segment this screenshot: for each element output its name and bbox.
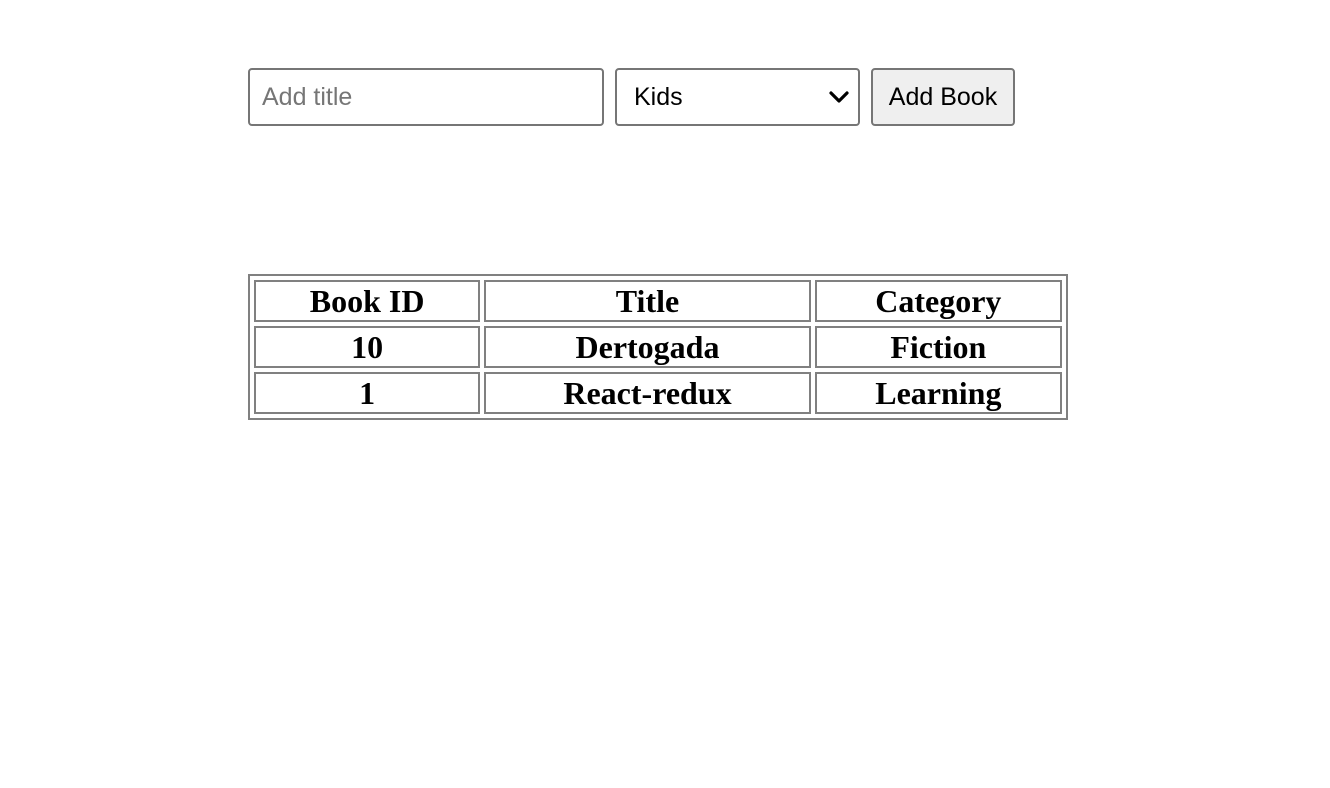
category-select-value: Kids — [634, 82, 683, 111]
title-input[interactable] — [248, 68, 604, 126]
column-header-title: Title — [484, 280, 811, 322]
cell-category: Fiction — [814, 326, 1062, 368]
table-row: 10 Dertogada Fiction — [254, 326, 1062, 368]
cell-title: React-redux — [484, 372, 811, 414]
cell-category: Learning — [814, 372, 1062, 414]
table-row: 1 React-redux Learning — [254, 372, 1062, 414]
table-header-row: Book ID Title Category — [254, 280, 1062, 322]
cell-book-id: 10 — [254, 326, 481, 368]
column-header-book-id: Book ID — [254, 280, 481, 322]
add-book-form: Kids Add Book — [248, 68, 1015, 126]
chevron-down-icon — [829, 91, 849, 103]
category-select[interactable]: Kids — [615, 68, 860, 126]
add-book-button[interactable]: Add Book — [871, 68, 1015, 126]
column-header-category: Category — [814, 280, 1062, 322]
books-table: Book ID Title Category 10 Dertogada Fict… — [248, 274, 1068, 420]
cell-title: Dertogada — [484, 326, 811, 368]
cell-book-id: 1 — [254, 372, 481, 414]
